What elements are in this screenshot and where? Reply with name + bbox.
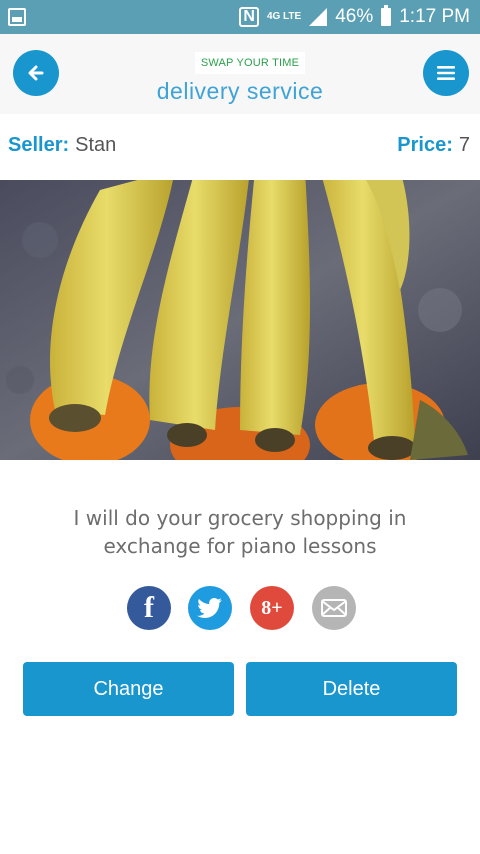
gallery-notification-icon [8, 8, 26, 26]
menu-button[interactable] [423, 50, 469, 96]
change-button[interactable]: Change [23, 662, 234, 716]
price-value: 7 [458, 134, 470, 156]
facebook-icon: f [144, 591, 154, 624]
status-indicators: N 4G LTE 46% 1:17 PM [239, 5, 470, 29]
twitter-icon [197, 598, 222, 618]
email-share-button[interactable] [312, 586, 356, 630]
delete-button[interactable]: Delete [246, 662, 457, 716]
app-header: SWAP YOUR TIME delivery service [0, 34, 480, 114]
battery-icon [381, 5, 392, 26]
bananas-image [0, 180, 480, 460]
signal-icon [309, 8, 328, 26]
twitter-share-button[interactable] [188, 586, 232, 630]
email-icon [321, 599, 347, 617]
seller-label: Seller: [8, 134, 70, 156]
hamburger-menu-icon [437, 66, 455, 80]
nfc-icon: N [239, 7, 259, 27]
seller-name: Stan [75, 134, 117, 156]
network-type-label: 4G LTE [266, 11, 302, 22]
price-label: Price: [397, 134, 453, 156]
seller-field: Seller: Stan [8, 134, 116, 157]
google-plus-icon: 8+ [261, 596, 283, 619]
listing-photo [0, 180, 480, 460]
share-buttons: f 8+ [127, 586, 357, 630]
status-bar: N 4G LTE 46% 1:17 PM [0, 0, 480, 34]
clock: 1:17 PM [399, 6, 470, 27]
price-field: Price: 7 [397, 134, 470, 157]
google-plus-share-button[interactable]: 8+ [250, 586, 294, 630]
listing-info-row: Seller: Stan Price: 7 [0, 114, 480, 180]
listing-description: I will do your grocery shopping in excha… [73, 506, 407, 558]
page-title: delivery service [156, 78, 324, 104]
battery-percent: 46% [335, 6, 374, 27]
facebook-share-button[interactable]: f [127, 586, 171, 630]
app-logo: SWAP YOUR TIME [195, 52, 305, 74]
